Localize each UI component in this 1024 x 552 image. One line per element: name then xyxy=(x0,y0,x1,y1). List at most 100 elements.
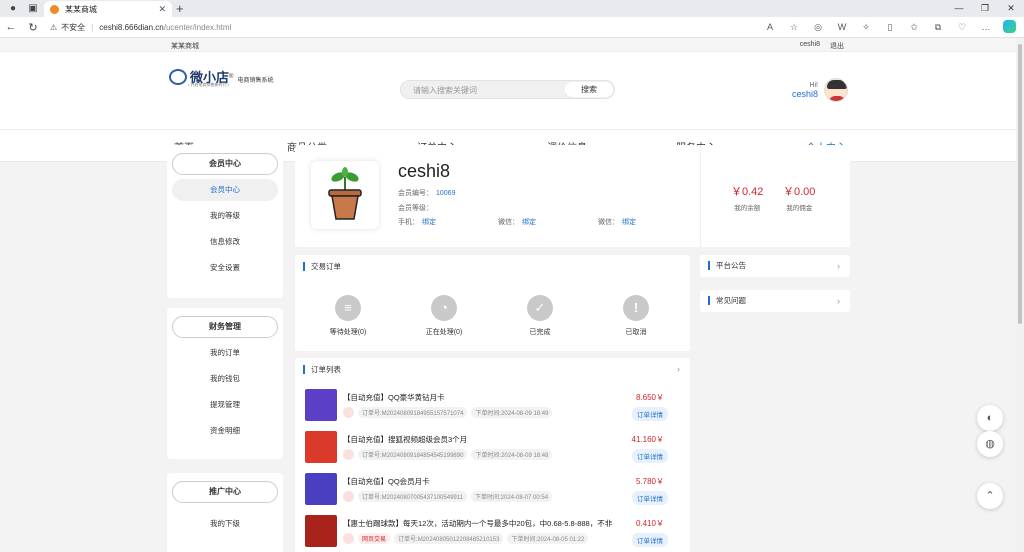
browser-tab[interactable]: 某某商城 ✕ xyxy=(44,1,172,17)
profile-username: ceshi8 xyxy=(398,161,451,181)
minimize-icon[interactable]: — xyxy=(946,0,972,17)
order-thumbnail[interactable] xyxy=(305,473,337,505)
order-status-icon xyxy=(343,491,354,502)
member-number-label: 会员编号： xyxy=(398,190,433,197)
tab-close-icon[interactable]: ✕ xyxy=(158,4,166,15)
extension-icon[interactable]: ◎ xyxy=(806,20,830,34)
sidebar-item-fund-detail[interactable]: 资金明细 xyxy=(172,420,278,442)
sidebar-item-profile-edit[interactable]: 信息修改 xyxy=(172,231,278,253)
exclamation-icon: ! xyxy=(623,295,649,321)
refresh-icon[interactable]: ↻ xyxy=(22,21,44,34)
header-username[interactable]: ceshi8 xyxy=(792,89,818,99)
puzzle-icon[interactable]: ✧ xyxy=(854,20,878,34)
search-box: 请输入搜索关键词 搜索 xyxy=(400,80,615,99)
order-detail-button[interactable]: 订单详情 xyxy=(632,407,668,421)
profile-icon[interactable]: ● xyxy=(6,2,20,16)
profile-panel: ceshi8 会员编号： 10069 会员等级： 手机： 绑定 微信： 绑定 微信：绑… xyxy=(295,145,700,247)
notice-panel[interactable]: 平台公告 › xyxy=(700,255,850,277)
split-screen-icon[interactable]: ▯ xyxy=(878,20,902,34)
window-close-icon[interactable]: ✕ xyxy=(998,0,1024,17)
sidebar-item-withdraw[interactable]: 提现管理 xyxy=(172,394,278,416)
stat-cancelled-label: 已取消 xyxy=(625,329,647,336)
sidebar-finance-title[interactable]: 财务管理 xyxy=(172,316,278,338)
search-button[interactable]: 搜索 xyxy=(565,82,613,97)
order-row[interactable]: 【自动充值】QQ会员月卡 5.780￥ 订单号:M20240807005437100… xyxy=(305,473,680,509)
order-thumbnail[interactable] xyxy=(305,389,337,421)
phone-bind-link[interactable]: 绑定 xyxy=(422,219,436,226)
w-extension-icon[interactable]: W xyxy=(830,20,854,34)
stat-waiting[interactable]: ≡ 等待处理(0) xyxy=(313,295,383,337)
url-field[interactable]: ⚠ 不安全 | ceshi8.666dian.cn /ucenter/index… xyxy=(50,22,231,33)
balance-block[interactable]: ￥0.42 我的余额 xyxy=(731,183,763,212)
order-title[interactable]: 【自动充值】QQ会员月卡 xyxy=(343,476,613,487)
site-logo[interactable]: 微小店 ® 电商销售系统 • 开启电商销售新时代 • xyxy=(169,67,273,87)
wechat-bind-link[interactable]: 绑定 xyxy=(522,219,536,226)
new-tab-icon[interactable]: + xyxy=(176,1,184,16)
site-topbar: 某某商城 ceshi8 退出 xyxy=(0,38,1016,52)
back-to-top-icon[interactable]: ⌃ xyxy=(977,483,1003,509)
copilot-icon[interactable] xyxy=(1003,20,1016,33)
wechat2-row: 微信： 绑定 xyxy=(598,217,636,227)
maximize-icon[interactable]: ❐ xyxy=(972,0,998,17)
commission-amount: ￥0.00 xyxy=(783,186,816,198)
sidebar-promo-title[interactable]: 推广中心 xyxy=(172,481,278,503)
order-thumbnail[interactable] xyxy=(305,515,337,547)
wechat2-bind-link[interactable]: 绑定 xyxy=(622,219,636,226)
read-aloud-icon[interactable]: A xyxy=(758,20,782,34)
site-name-link[interactable]: 某某商城 xyxy=(171,41,199,51)
faq-panel[interactable]: 常见问题 › xyxy=(700,290,850,312)
order-time-value: 2024-08-05 01:22 xyxy=(537,537,585,543)
sidebar-item-member-center[interactable]: 会员中心 xyxy=(172,179,278,201)
user-box[interactable]: Hi! ceshi8 xyxy=(792,78,848,102)
page-scrollbar[interactable] xyxy=(1016,38,1024,552)
commission-block[interactable]: ￥0.00 我的佣金 xyxy=(783,183,815,212)
order-thumbnail[interactable] xyxy=(305,431,337,463)
order-number: 订单号:M20240807005437100549911 xyxy=(358,491,467,502)
favorites-icon[interactable]: ✩ xyxy=(902,20,926,34)
order-status-icon xyxy=(343,533,354,544)
wechat2-label: 微信： xyxy=(598,219,619,226)
stat-processing[interactable]: ◔ 正在处理(0) xyxy=(409,295,479,337)
sidebar-item-wallet[interactable]: 我的钱包 xyxy=(172,368,278,390)
balance-amount: ￥0.42 xyxy=(731,186,764,198)
favorite-star-icon[interactable]: ☆ xyxy=(782,20,806,34)
order-row[interactable]: 【自动充值】搜狐视频超级会员3个月 41.160￥ 订单号:M20240809184… xyxy=(305,431,680,467)
sidebar-item-level[interactable]: 我的等级 xyxy=(172,205,278,227)
stat-completed[interactable]: ✓ 已完成 xyxy=(505,295,575,337)
order-title[interactable]: 【自动充值】QQ豪华黄钻月卡 xyxy=(343,392,613,403)
wechat-service-icon[interactable]: ◍ xyxy=(977,431,1003,457)
heart-icon[interactable]: ♡ xyxy=(950,20,974,34)
sidebar-item-security[interactable]: 安全设置 xyxy=(172,257,278,279)
sidebar-item-my-orders[interactable]: 我的订单 xyxy=(172,342,278,364)
sidebar-member-title[interactable]: 会员中心 xyxy=(172,153,278,175)
avatar[interactable] xyxy=(824,78,848,102)
workspaces-icon[interactable]: ▣ xyxy=(26,2,40,16)
balance-label: 我的余额 xyxy=(734,205,761,212)
order-detail-button[interactable]: 订单详情 xyxy=(632,449,668,463)
order-detail-button[interactable]: 订单详情 xyxy=(632,533,668,547)
order-row[interactable]: 【自动充值】QQ豪华黄钻月卡 8.650￥ 订单号:M202408091849551… xyxy=(305,389,680,425)
commission-label: 我的佣金 xyxy=(786,205,813,212)
collections-icon[interactable]: ⧉ xyxy=(926,20,950,34)
order-detail-button[interactable]: 订单详情 xyxy=(632,491,668,505)
more-icon[interactable]: … xyxy=(974,20,998,34)
qq-service-icon[interactable]: ◐ xyxy=(977,405,1003,431)
scrollbar-thumb[interactable] xyxy=(1018,44,1022,324)
order-title[interactable]: 【惠士伯踢球款】每天12次，活动期内一个号最多中20包，中0.68-5.8-88… xyxy=(343,518,613,529)
logout-link[interactable]: 退出 xyxy=(830,41,844,51)
order-time-value: 2024-08-07 00:54 xyxy=(500,495,549,501)
order-price: 0.410￥ xyxy=(635,519,664,528)
back-icon[interactable]: ← xyxy=(0,21,22,33)
search-input[interactable]: 请输入搜索关键词 xyxy=(413,85,477,96)
logo-registered: ® xyxy=(229,73,234,80)
order-list-more-icon[interactable]: › xyxy=(677,364,680,374)
order-title[interactable]: 【自动充值】搜狐视频超级会员3个月 xyxy=(343,434,613,445)
faq-chevron-icon: › xyxy=(837,296,840,306)
sidebar-item-subordinates[interactable]: 我的下级 xyxy=(172,513,278,535)
stat-cancelled[interactable]: ! 已取消 xyxy=(601,295,671,337)
order-time-label: 下单时间: xyxy=(475,453,502,459)
order-time-label: 下单时间: xyxy=(511,537,538,543)
order-row[interactable]: 【惠士伯踢球款】每天12次，活动期内一个号最多中20包，中0.68-5.8-88… xyxy=(305,515,680,551)
warning-icon: ⚠ xyxy=(50,22,58,32)
topbar-username[interactable]: ceshi8 xyxy=(800,41,820,51)
